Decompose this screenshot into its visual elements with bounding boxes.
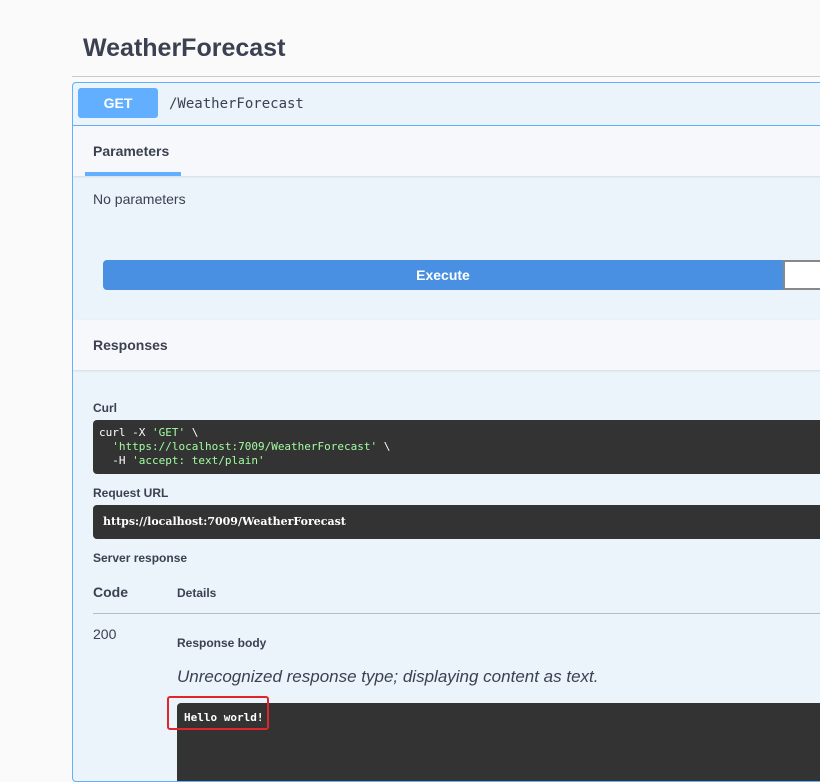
tag-title[interactable]: WeatherForecast (83, 34, 285, 63)
tab-parameters[interactable]: Parameters (93, 143, 169, 159)
response-table-divider (93, 613, 820, 614)
responses-title: Responses (93, 337, 168, 353)
http-method-badge: GET (78, 88, 158, 118)
tab-active-indicator (85, 172, 181, 176)
curl-line-2-url: 'https://localhost:7009/WeatherForecast' (112, 440, 378, 453)
curl-line-1-cmd: curl -X (99, 426, 152, 439)
get-operation-block: GET /WeatherForecast Parameters No param… (72, 82, 820, 782)
response-body-text: Hello world! (184, 711, 264, 724)
curl-line-1-end: \ (185, 426, 199, 439)
code-column-header: Code (93, 584, 128, 600)
curl-label: Curl (93, 401, 117, 415)
request-url-value[interactable]: https://localhost:7009/WeatherForecast (93, 505, 820, 539)
curl-line-1-method: 'GET' (151, 426, 186, 439)
curl-line-2-end: \ (377, 440, 391, 453)
request-url-label: Request URL (93, 486, 169, 500)
curl-code-block[interactable]: curl -X 'GET' \ 'https://localhost:7009/… (93, 420, 820, 474)
tag-divider (72, 76, 820, 77)
details-column-header: Details (177, 586, 217, 600)
execute-button[interactable]: Execute (103, 260, 783, 290)
response-body-label: Response body (177, 636, 267, 650)
clear-button[interactable] (783, 260, 820, 290)
parameters-header: Parameters (73, 126, 820, 176)
response-body-content[interactable]: Hello world! (177, 703, 820, 781)
curl-line-3-cmd: -H (99, 454, 133, 467)
unrecognized-type-notice: Unrecognized response type; displaying c… (177, 667, 599, 686)
operation-path: /WeatherForecast (169, 96, 304, 112)
response-status-code: 200 (93, 626, 117, 642)
server-response-label: Server response (93, 551, 188, 565)
responses-header: Responses (73, 320, 820, 370)
operation-summary[interactable]: GET /WeatherForecast (73, 83, 820, 126)
no-parameters-text: No parameters (93, 191, 186, 207)
curl-line-3-header: 'accept: text/plain' (132, 454, 265, 467)
